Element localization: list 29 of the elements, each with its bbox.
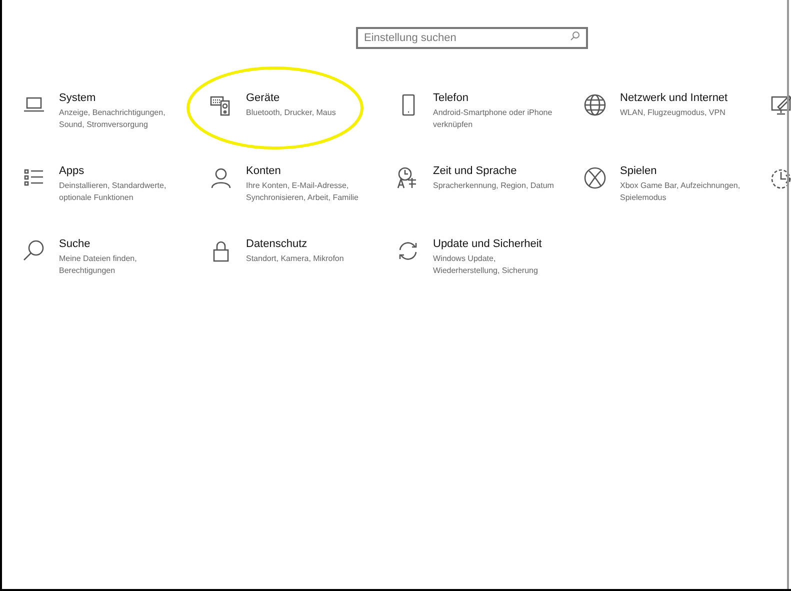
search-icon: [570, 31, 580, 41]
category-title[interactable]: Update und Sicherheit: [433, 237, 560, 252]
category-title[interactable]: Telefon: [433, 91, 560, 106]
monitor-pen-icon: [770, 93, 791, 117]
category-description: Ihre Konten, E-Mail-Adresse, Synchronisieren, Arbeit, Familie: [246, 180, 360, 204]
category-description: Deinstallieren, Standardwerte, optionale Funktionen: [59, 180, 168, 204]
category-description: Spracherkennung, Region, Datum: [433, 180, 555, 192]
category-description: Windows Update, Wiederherstellung, Sicherung: [433, 253, 539, 277]
xbox-icon: [583, 166, 607, 190]
category-description: Android-Smartphone oder iPhone verknüpfen: [433, 107, 554, 131]
category-title[interactable]: Apps: [59, 164, 186, 179]
category-description: Xbox Game Bar, Aufzeichnungen, Spielemodus: [620, 180, 742, 204]
person-icon: [209, 166, 233, 190]
category-title[interactable]: Konten: [246, 164, 373, 179]
category-description: Standort, Kamera, Mikrofon: [246, 253, 345, 265]
category-title[interactable]: Datenschutz: [246, 237, 373, 252]
category-title[interactable]: Geräte: [246, 91, 373, 106]
globe-icon: [583, 93, 607, 117]
search-icon: [22, 239, 46, 263]
category-description: Anzeige, Benachrichtigungen, Sound, Stromversorgung: [59, 107, 166, 131]
category-description: Bluetooth, Drucker, Maus: [246, 107, 337, 119]
search-field[interactable]: Einstellung suchen: [356, 27, 588, 49]
category-title[interactable]: System: [59, 91, 186, 106]
category-description: WLAN, Flugzeugmodus, VPN: [620, 107, 726, 119]
category-title[interactable]: Spielen: [620, 164, 747, 179]
category-description: Meine Dateien finden, Berechtigungen: [59, 253, 138, 277]
category-title[interactable]: Zeit und Sprache: [433, 164, 560, 179]
category-title[interactable]: Netzwerk und Internet: [620, 91, 747, 106]
category-title[interactable]: Suche: [59, 237, 186, 252]
